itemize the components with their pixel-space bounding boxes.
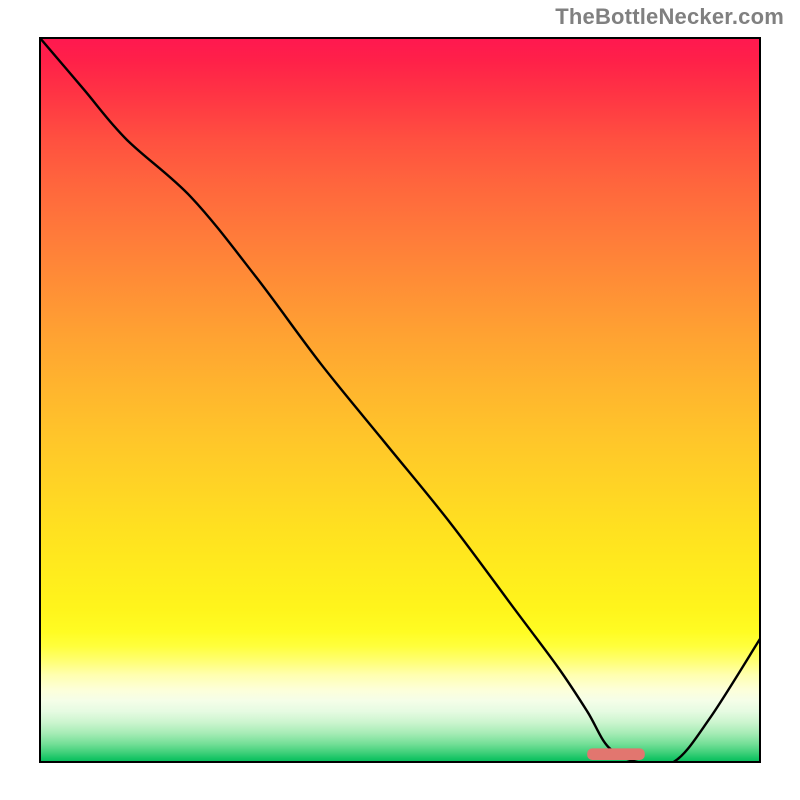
plot-area — [40, 38, 760, 762]
watermark-label: TheBottleNecker.com — [555, 4, 784, 30]
chart-container: TheBottleNecker.com — [0, 0, 800, 800]
background-gradient — [40, 38, 760, 762]
